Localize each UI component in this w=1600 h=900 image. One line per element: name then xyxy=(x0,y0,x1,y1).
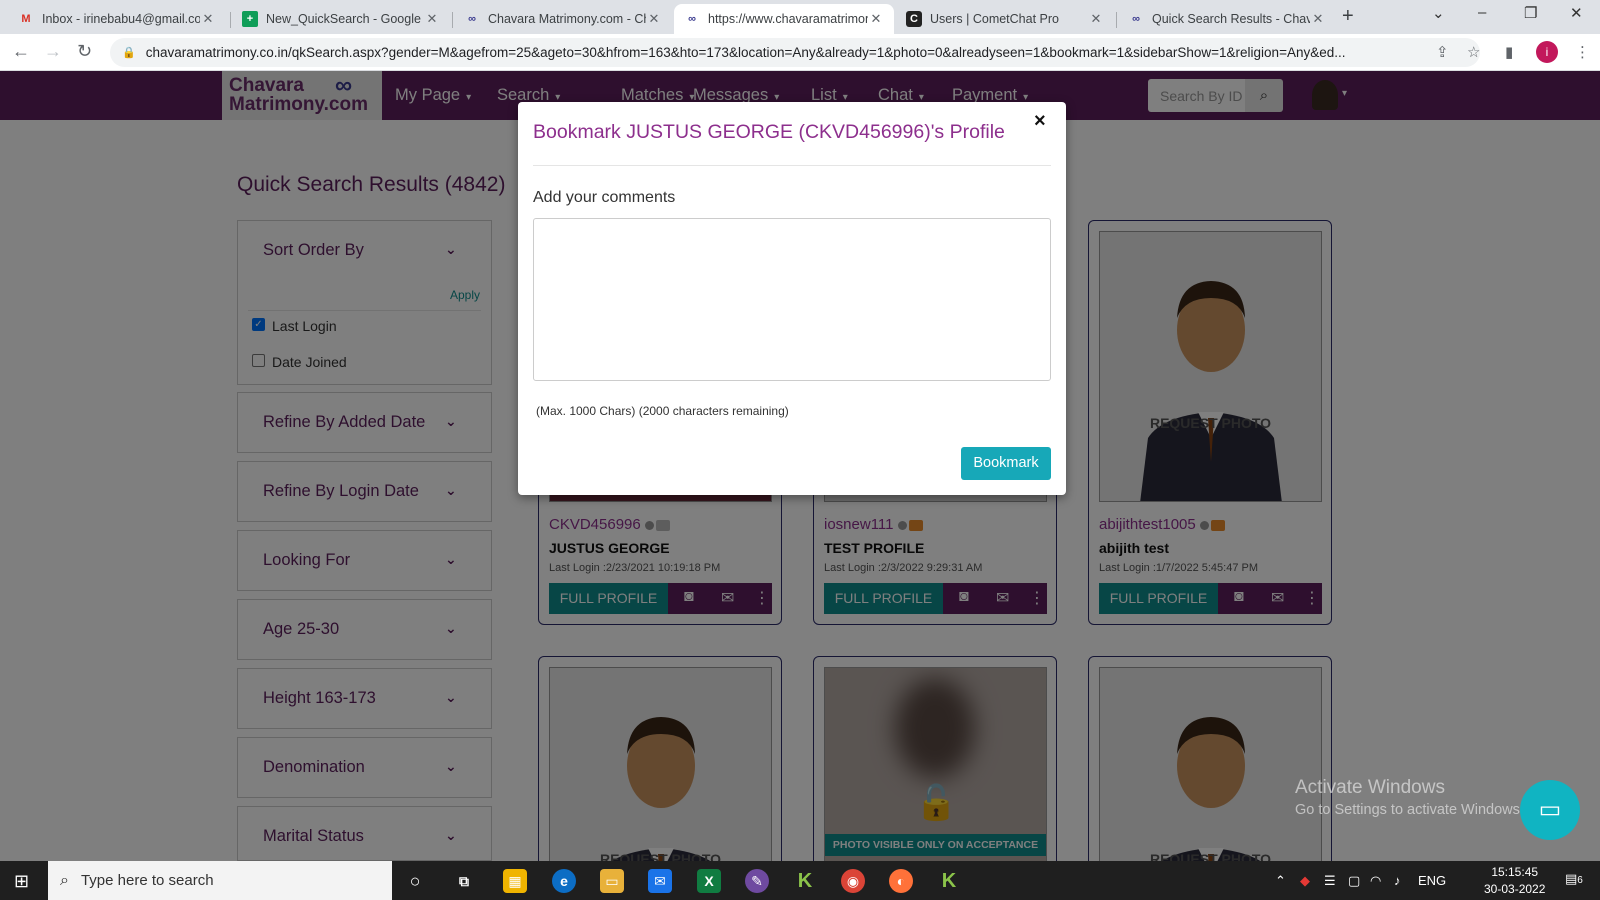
browser-toolbar: ← → ↻ 🔒 chavaramatrimony.co.in/qkSearch.… xyxy=(0,34,1600,71)
activate-windows-title: Activate Windows xyxy=(1295,777,1445,798)
task-view-icon[interactable]: ⧉ xyxy=(452,869,476,893)
language-indicator[interactable]: ENG xyxy=(1418,873,1446,888)
file-explorer-icon[interactable]: ▭ xyxy=(600,869,624,893)
cortana-icon[interactable]: ○ xyxy=(403,869,427,893)
browser-tab-strip: M Inbox - irinebabu4@gmail.com ✕ + New_Q… xyxy=(0,0,1600,34)
tab-close-icon[interactable]: ✕ xyxy=(200,11,216,27)
tab-search-icon[interactable]: ⌄ xyxy=(1432,4,1445,22)
reload-icon[interactable]: ↻ xyxy=(77,41,92,62)
tab-close-icon[interactable]: ✕ xyxy=(646,11,662,27)
share-icon[interactable]: ⇪ xyxy=(1436,43,1449,61)
taskbar: ⊞ ⌕ Type here to search ○ ⧉ ▦ e ▭ ✉ X ✎ … xyxy=(0,861,1600,900)
tab-chavara-home[interactable]: ∞ Chavara Matrimony.com - Chavara ✕ xyxy=(454,4,672,34)
tab-close-icon[interactable]: ✕ xyxy=(868,11,884,27)
activate-windows-hint: Go to Settings to activate Windows. xyxy=(1295,802,1524,818)
tab-gmail[interactable]: M Inbox - irinebabu4@gmail.com ✕ xyxy=(8,4,226,34)
profile-avatar[interactable]: i xyxy=(1536,41,1558,63)
tab-quick-search[interactable]: ∞ Quick Search Results - Chavara ✕ xyxy=(1118,4,1336,34)
bookmark-button[interactable]: Bookmark xyxy=(961,447,1051,480)
forward-icon[interactable]: → xyxy=(44,41,62,62)
paint-icon[interactable]: ✎ xyxy=(745,869,769,893)
wifi-icon[interactable]: ◠ xyxy=(1370,873,1381,889)
divider xyxy=(533,165,1051,166)
tab-close-icon[interactable]: ✕ xyxy=(1088,11,1104,27)
mail-icon[interactable]: ✉ xyxy=(648,869,672,893)
chevron-up-icon[interactable]: ⌃ xyxy=(1275,873,1286,889)
comments-label: Add your comments xyxy=(533,189,676,206)
bookmark-modal: Bookmark JUSTUS GEORGE (CKVD456996)'s Pr… xyxy=(518,102,1066,495)
bookmark-star-icon[interactable]: ☆ xyxy=(1467,43,1480,61)
char-limit-hint: (Max. 1000 Chars) (2000 characters remai… xyxy=(536,404,789,418)
close-window-icon[interactable]: ✕ xyxy=(1570,4,1583,22)
kotlin-app-icon[interactable]: K xyxy=(937,869,961,893)
network-icon[interactable]: ☰ xyxy=(1324,873,1336,889)
address-bar[interactable]: 🔒 chavaramatrimony.co.in/qkSearch.aspx?g… xyxy=(110,38,1480,67)
modal-title: Bookmark JUSTUS GEORGE (CKVD456996)'s Pr… xyxy=(533,121,1005,143)
chavara-icon: ∞ xyxy=(688,13,696,25)
minimize-icon[interactable]: – xyxy=(1478,4,1486,21)
gmail-icon: M xyxy=(21,13,31,25)
clock[interactable]: 15:15:45 30-03-2022 xyxy=(1484,864,1545,898)
chat-bubble-icon[interactable]: ▭ xyxy=(1520,780,1580,840)
tab-sheets[interactable]: + New_QuickSearch - Google Sheets ✕ xyxy=(232,4,450,34)
tab-close-icon[interactable]: ✕ xyxy=(1310,11,1326,27)
taskbar-search[interactable]: ⌕ Type here to search xyxy=(48,861,392,900)
search-icon: ⌕ xyxy=(60,871,69,889)
sheets-icon: + xyxy=(242,11,258,27)
comments-textarea[interactable] xyxy=(533,218,1051,381)
firefox-icon[interactable]: ◐ xyxy=(889,869,913,893)
back-icon[interactable]: ← xyxy=(12,41,30,62)
menu-dots-icon[interactable]: ⋮ xyxy=(1575,43,1590,61)
meet-icon[interactable]: ▢ xyxy=(1348,873,1360,889)
notification-center-icon[interactable]: ▤6 xyxy=(1565,871,1583,887)
restore-icon[interactable]: ❐ xyxy=(1524,4,1537,22)
new-tab-icon[interactable]: + xyxy=(1342,5,1354,28)
cometchat-icon: C xyxy=(906,11,922,27)
chrome-icon[interactable]: ◉ xyxy=(841,869,865,893)
lock-icon: 🔒 xyxy=(122,47,136,59)
excel-icon[interactable]: X xyxy=(697,869,721,893)
tab-chavara-active[interactable]: ∞ https://www.chavaramatrimony.co.in ✕ xyxy=(674,4,894,34)
store-icon[interactable]: ▦ xyxy=(503,869,527,893)
kotlin-app-icon[interactable]: K xyxy=(793,869,817,893)
side-panel-icon[interactable]: ▮ xyxy=(1505,43,1513,61)
tab-cometchat[interactable]: C Users | CometChat Pro ✕ xyxy=(896,4,1114,34)
close-icon[interactable]: × xyxy=(1034,110,1046,133)
windows-start-icon[interactable]: ⊞ xyxy=(14,871,29,892)
chavara-icon: ∞ xyxy=(1132,13,1140,25)
tab-close-icon[interactable]: ✕ xyxy=(424,11,440,27)
volume-icon[interactable]: ♪ xyxy=(1394,873,1401,888)
chavara-icon: ∞ xyxy=(468,13,476,25)
edge-icon[interactable]: e xyxy=(552,869,576,893)
antivirus-icon[interactable]: ◆ xyxy=(1300,873,1310,889)
